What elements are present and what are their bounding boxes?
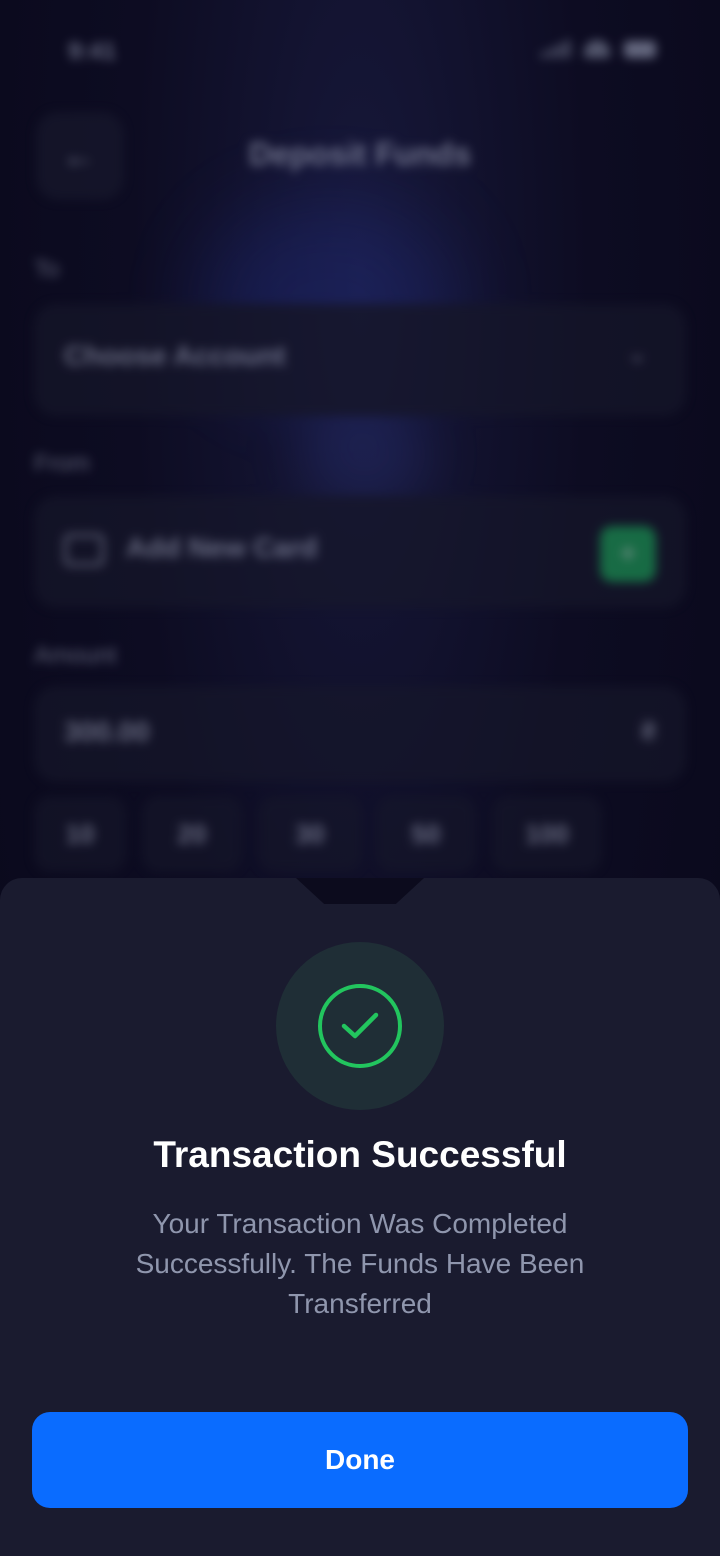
to-account-select[interactable]: Choose Account ⌄ xyxy=(34,304,686,416)
success-icon-container xyxy=(276,942,444,1110)
amount-value: 300.00 xyxy=(64,716,150,747)
to-label: To xyxy=(34,256,60,283)
success-message: Your Transaction Was Completed Successfu… xyxy=(135,1208,585,1319)
quick-amount-chip[interactable]: 20 xyxy=(142,796,242,872)
status-time: 9:41 xyxy=(68,38,117,65)
add-card-field[interactable]: Add New Card + xyxy=(34,496,686,608)
page-title: Deposit Funds xyxy=(248,136,472,172)
success-title: Transaction Successful xyxy=(153,1134,567,1175)
signal-icon xyxy=(541,40,570,58)
battery-icon xyxy=(624,41,656,58)
add-card-button[interactable]: + xyxy=(600,526,656,582)
add-card-label: Add New Card xyxy=(126,532,318,563)
done-button[interactable]: Done xyxy=(32,1412,688,1508)
status-icons xyxy=(541,40,656,58)
card-icon xyxy=(64,534,104,566)
quick-amount-chip[interactable]: 100 xyxy=(492,796,602,872)
wifi-icon xyxy=(584,40,610,58)
from-label: From xyxy=(34,450,90,477)
currency-symbol: ₴ xyxy=(641,716,656,746)
amount-label: Amount xyxy=(34,642,117,669)
status-bar: 9:41 xyxy=(0,28,720,72)
check-circle-icon xyxy=(318,984,402,1068)
checkmark-icon xyxy=(341,1012,379,1039)
background-glow xyxy=(300,400,430,510)
quick-amount-chip[interactable]: 30 xyxy=(258,796,362,872)
to-account-value: Choose Account xyxy=(64,340,286,371)
quick-amount-chip[interactable]: 10 xyxy=(34,796,126,872)
amount-input[interactable]: 300.00 ₴ xyxy=(34,686,686,782)
quick-amount-chip[interactable]: 50 xyxy=(376,796,476,872)
chevron-down-icon: ⌄ xyxy=(626,338,648,368)
